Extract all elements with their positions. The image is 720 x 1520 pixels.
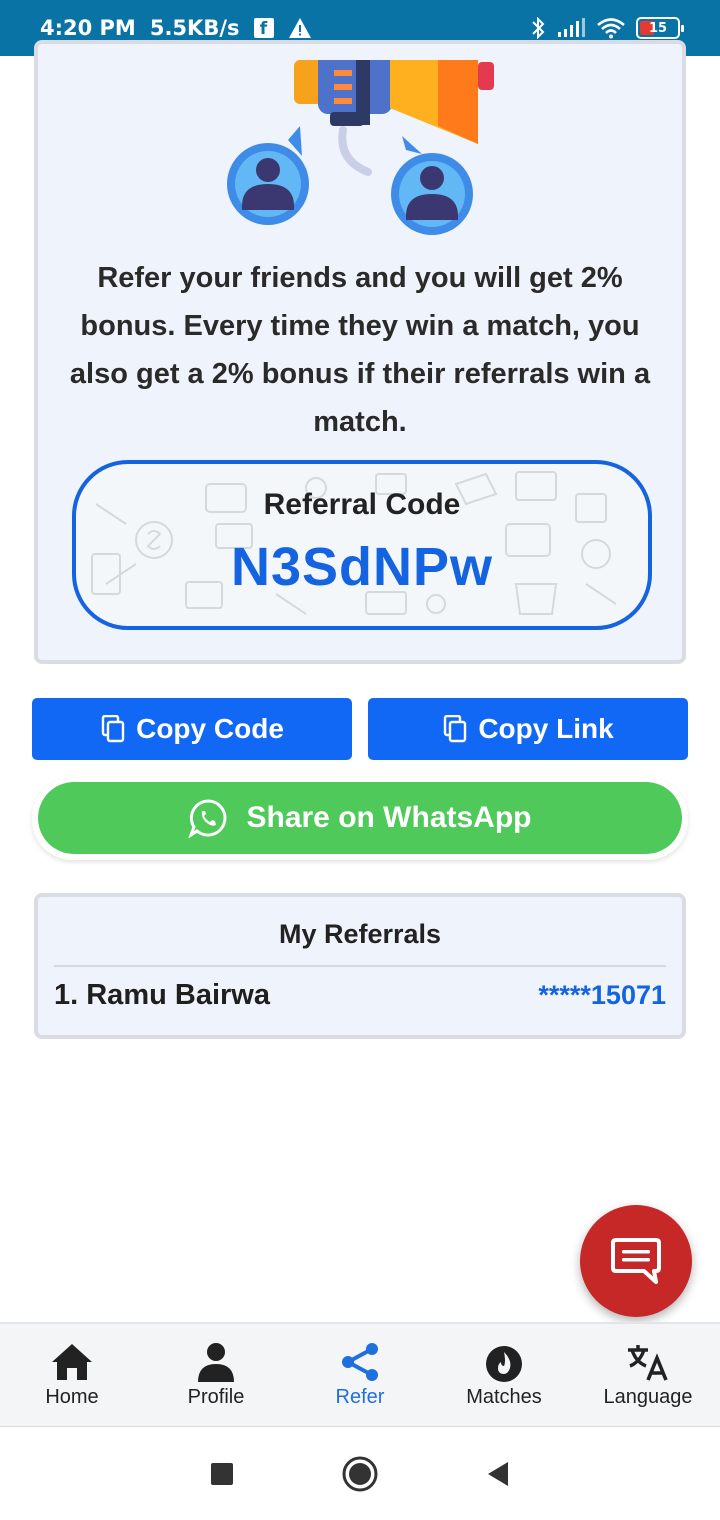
refer-card: Refer your friends and you will get 2% b… bbox=[34, 40, 686, 664]
recents-icon[interactable] bbox=[210, 1462, 234, 1486]
referral-code-box: Referral Code N3SdNPw bbox=[72, 460, 652, 630]
referral-phone: *****15071 bbox=[538, 979, 666, 1010]
person-icon bbox=[198, 1342, 234, 1382]
my-referrals-title: My Referrals bbox=[278, 919, 442, 949]
nav-home-label: Home bbox=[45, 1385, 99, 1408]
nav-matches[interactable]: Matches bbox=[432, 1324, 576, 1426]
copy-link-label: Copy Link bbox=[478, 713, 614, 744]
referral-illustration bbox=[227, 60, 494, 235]
chat-support-button[interactable] bbox=[580, 1205, 692, 1317]
divider bbox=[54, 965, 666, 967]
copy-code-label: Copy Code bbox=[136, 713, 284, 744]
nav-matches-label: Matches bbox=[466, 1385, 542, 1408]
share-whatsapp-label: Share on WhatsApp bbox=[246, 801, 532, 834]
nav-home[interactable]: Home bbox=[0, 1324, 144, 1426]
copy-link-button[interactable]: Copy Link bbox=[368, 698, 688, 760]
referral-row: 1. Ramu Bairwa *****15071 bbox=[54, 973, 666, 1017]
nav-refer-label: Refer bbox=[335, 1385, 385, 1408]
whatsapp-icon bbox=[188, 799, 227, 838]
back-icon[interactable] bbox=[486, 1460, 510, 1488]
nav-language-label: Language bbox=[603, 1385, 693, 1408]
translate-icon bbox=[628, 1344, 668, 1381]
facebook-icon: f bbox=[253, 18, 274, 39]
whatsapp-share-container: Share on WhatsApp bbox=[32, 778, 688, 860]
refer-message: Refer your friends and you will get 2% b… bbox=[69, 262, 651, 438]
copy-icon bbox=[101, 715, 125, 743]
home-icon bbox=[52, 1343, 92, 1380]
bottom-navigation: Home Profile Refer Matches Language bbox=[0, 1322, 720, 1426]
copy-icon bbox=[444, 715, 467, 743]
share-whatsapp-button[interactable]: Share on WhatsApp bbox=[38, 782, 682, 854]
status-time: 4:20 PM bbox=[40, 16, 136, 40]
referral-name: 1. Ramu Bairwa bbox=[54, 978, 270, 1011]
bluetooth-icon bbox=[532, 16, 545, 40]
signal-icon bbox=[558, 18, 585, 37]
copy-code-button[interactable]: Copy Code bbox=[32, 698, 352, 760]
nav-refer[interactable]: Refer bbox=[288, 1324, 432, 1426]
referral-code-value: N3SdNPw bbox=[230, 537, 494, 597]
fire-icon bbox=[486, 1345, 522, 1382]
referral-code-label: Referral Code bbox=[263, 488, 461, 521]
warning-icon bbox=[288, 18, 311, 38]
system-navigation-bar bbox=[0, 1426, 720, 1520]
chat-icon bbox=[611, 1238, 661, 1284]
status-network-speed: 5.5KB/s bbox=[149, 16, 240, 40]
my-referrals-card: My Referrals 1. Ramu Bairwa *****15071 bbox=[34, 893, 686, 1039]
nav-profile[interactable]: Profile bbox=[144, 1324, 288, 1426]
nav-language[interactable]: Language bbox=[576, 1324, 720, 1426]
home-system-icon[interactable] bbox=[342, 1456, 378, 1492]
nav-profile-label: Profile bbox=[187, 1385, 245, 1408]
share-icon bbox=[342, 1342, 378, 1381]
wifi-icon bbox=[597, 18, 625, 39]
battery-level: 15 bbox=[648, 20, 668, 36]
battery-indicator: 15 bbox=[636, 17, 684, 39]
